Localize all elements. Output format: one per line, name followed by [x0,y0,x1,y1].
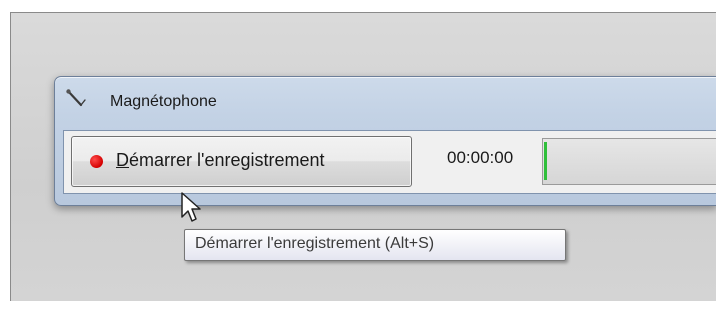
start-recording-button[interactable]: Démarrer l'enregistrement [71,136,412,187]
start-recording-label-rest: émarrer l'enregistrement [129,150,325,170]
audio-level-indicator [544,142,547,180]
title-bar[interactable]: Magnétophone [55,77,716,127]
arrow-cursor-icon [180,191,204,227]
window-title: Magnétophone [110,93,217,110]
sound-recorder-window: Magnétophone Démarrer l'enregistrement 0… [54,76,716,206]
accelerator-key: D [116,150,129,170]
tooltip: Démarrer l'enregistrement (Alt+S) [184,229,566,261]
record-dot-icon [90,155,103,168]
elapsed-time: 00:00:00 [447,148,514,167]
start-recording-label: Démarrer l'enregistrement [116,150,325,171]
audio-level-meter [542,138,716,185]
tooltip-text: Démarrer l'enregistrement (Alt+S) [195,235,435,252]
window-client-area: Démarrer l'enregistrement 00:00:00 [63,130,716,194]
microphone-icon [65,88,86,108]
